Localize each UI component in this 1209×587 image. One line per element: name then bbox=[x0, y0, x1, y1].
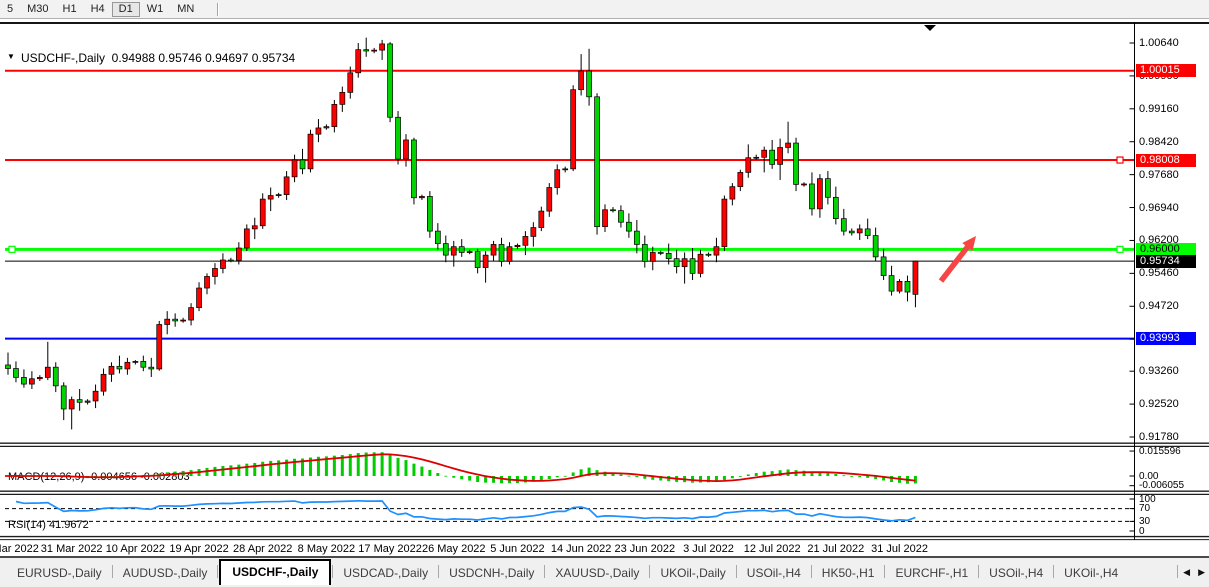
tab-separator bbox=[544, 565, 545, 578]
tab-separator bbox=[978, 565, 979, 578]
rsi-panel[interactable] bbox=[5, 501, 1135, 522]
date-axis-label: 14 Jun 2022 bbox=[551, 543, 612, 555]
chart-canvas[interactable] bbox=[0, 0, 1209, 587]
tab-separator bbox=[736, 565, 737, 578]
tab-eurusd-daily[interactable]: EURUSD-,Daily bbox=[8, 563, 111, 585]
price-tick-label: 0.96940 bbox=[1139, 202, 1179, 214]
price-tick-label: 0.99160 bbox=[1139, 103, 1179, 115]
tab-usdcnh-daily[interactable]: USDCNH-,Daily bbox=[440, 563, 543, 585]
chart-shift-marker-icon[interactable] bbox=[924, 25, 936, 31]
price-tick-label: 0.92520 bbox=[1139, 398, 1179, 410]
date-axis-label: 23 Jun 2022 bbox=[615, 543, 676, 555]
price-tick-label: 0.95460 bbox=[1139, 267, 1179, 279]
date-axis-label: 21 Jul 2022 bbox=[807, 543, 864, 555]
tab-separator bbox=[332, 565, 333, 578]
date-axis-label: 22 Mar 2022 bbox=[0, 543, 39, 555]
arrow-annotation[interactable] bbox=[941, 236, 976, 281]
price-level-label: 0.95734 bbox=[1136, 255, 1196, 268]
date-axis-label: 31 Mar 2022 bbox=[41, 543, 103, 555]
macd-panel[interactable] bbox=[0, 452, 917, 483]
symbol-tab-bar: EURUSD-,DailyAUDUSD-,DailyUSDCHF-,DailyU… bbox=[0, 556, 1209, 587]
macd-axis-label: -0.006055 bbox=[1139, 480, 1184, 491]
price-tick-label: 0.91780 bbox=[1139, 431, 1179, 443]
tab-separator bbox=[438, 565, 439, 578]
price-level-label: 0.98008 bbox=[1136, 154, 1196, 167]
tab-usoil-h4[interactable]: USOil-,H4 bbox=[738, 563, 810, 585]
level-lines[interactable] bbox=[5, 71, 1135, 339]
tab-separator bbox=[217, 565, 218, 578]
tab-usdcad-daily[interactable]: USDCAD-,Daily bbox=[334, 563, 437, 585]
date-axis-label: 8 May 2022 bbox=[298, 543, 355, 555]
date-axis-label: 26 May 2022 bbox=[422, 543, 486, 555]
tab-separator bbox=[884, 565, 885, 578]
tab-eurchf-h1[interactable]: EURCHF-,H1 bbox=[886, 563, 977, 585]
tab-ukoil-h4[interactable]: UKOil-,H4 bbox=[1055, 563, 1127, 585]
tab-xauusd-daily[interactable]: XAUUSD-,Daily bbox=[546, 563, 648, 585]
date-axis-label: 3 Jul 2022 bbox=[683, 543, 734, 555]
date-axis-label: 5 Jun 2022 bbox=[490, 543, 544, 555]
tab-usdchf-daily[interactable]: USDCHF-,Daily bbox=[219, 559, 331, 585]
price-tick-label: 0.97680 bbox=[1139, 169, 1179, 181]
tab-audusd-daily[interactable]: AUDUSD-,Daily bbox=[114, 563, 217, 585]
price-tick-label: 1.00640 bbox=[1139, 37, 1179, 49]
price-level-label: 0.93993 bbox=[1136, 332, 1196, 345]
tab-separator bbox=[1177, 565, 1178, 578]
tab-scroll-left-icon[interactable]: ◀ bbox=[1179, 567, 1194, 578]
tab-separator bbox=[649, 565, 650, 578]
trading-terminal-window: 5M30H1H4D1W1MN ▼ USDCHF-,Daily 0.94988 0… bbox=[0, 0, 1209, 587]
date-axis-label: 28 Apr 2022 bbox=[233, 543, 292, 555]
price-tick-label: 0.94720 bbox=[1139, 300, 1179, 312]
price-level-label: 1.00015 bbox=[1136, 64, 1196, 77]
date-axis-label: 19 Apr 2022 bbox=[169, 543, 228, 555]
rsi-axis-label: 0 bbox=[1139, 526, 1145, 537]
date-axis-label: 12 Jul 2022 bbox=[744, 543, 801, 555]
rsi-axis-label: 70 bbox=[1139, 503, 1150, 514]
tab-separator bbox=[1053, 565, 1054, 578]
price-tick-label: 0.98420 bbox=[1139, 136, 1179, 148]
tab-usoil-h4[interactable]: USOil-,H4 bbox=[980, 563, 1052, 585]
date-axis-label: 31 Jul 2022 bbox=[871, 543, 928, 555]
tab-ukoil-daily[interactable]: UKOil-,Daily bbox=[651, 563, 734, 585]
price-tick-label: 0.93260 bbox=[1139, 365, 1179, 377]
date-axis-label: 10 Apr 2022 bbox=[106, 543, 165, 555]
candlestick-series[interactable] bbox=[0, 38, 918, 430]
tab-separator bbox=[811, 565, 812, 578]
tab-scroll-right-icon[interactable]: ▶ bbox=[1194, 567, 1209, 578]
tab-hk50-h1[interactable]: HK50-,H1 bbox=[813, 563, 884, 585]
tab-separator bbox=[112, 565, 113, 578]
date-axis-label: 17 May 2022 bbox=[358, 543, 422, 555]
macd-axis-label: 0.015596 bbox=[1139, 446, 1181, 457]
